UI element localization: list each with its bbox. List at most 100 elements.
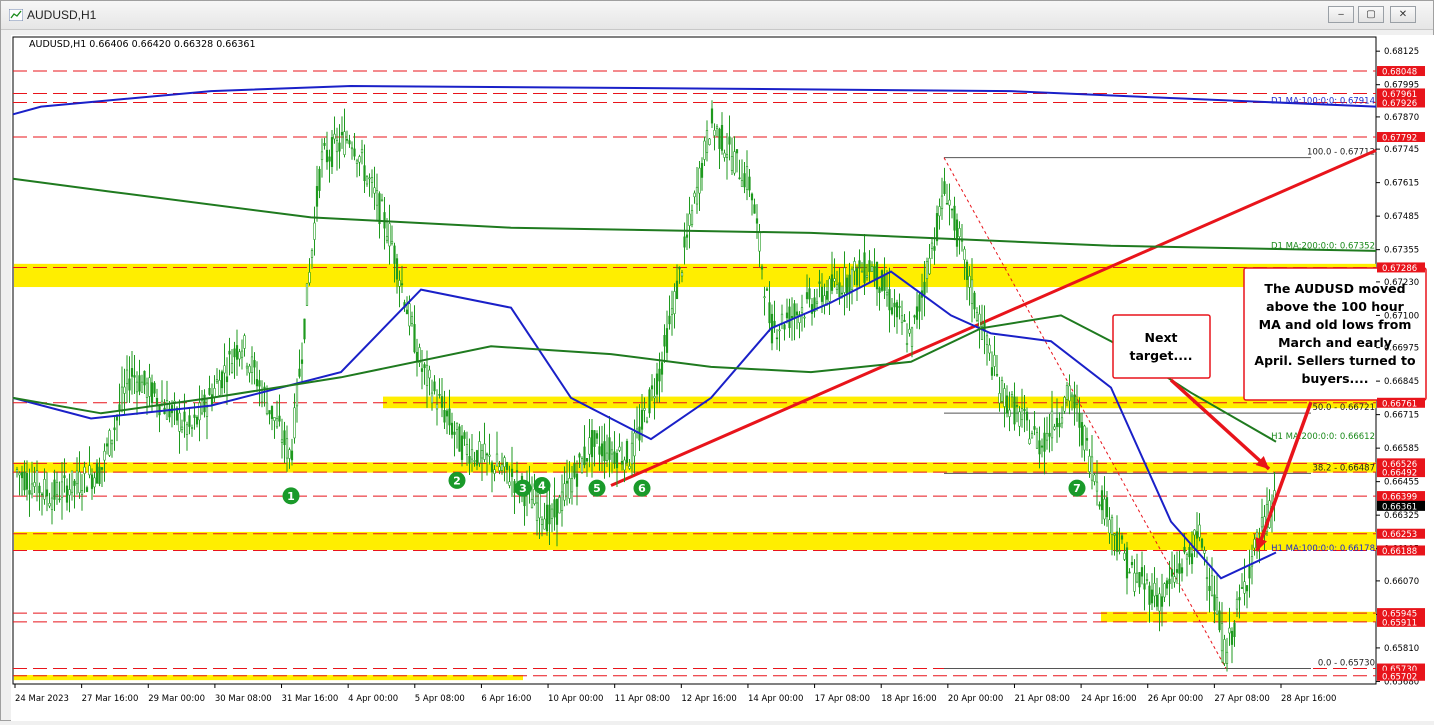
chart-window: AUDUSD,H1 ‒ ▢ ✕ 100.0 - 0.67712 50.0 - 0.… (0, 0, 1434, 721)
time-axis-label: 12 Apr 16:00 (681, 694, 736, 704)
maximize-button[interactable]: ▢ (1358, 6, 1384, 23)
candle-body (803, 316, 806, 319)
swing-marker-label: 3 (519, 482, 527, 495)
price-chart[interactable]: 100.0 - 0.6771250.0 - 0.6672138.2 - 0.66… (11, 35, 1434, 721)
candle-body (1098, 504, 1101, 507)
close-button[interactable]: ✕ (1390, 6, 1416, 23)
price-axis-label: 0.66455 (1384, 478, 1419, 488)
time-axis-label: 26 Apr 00:00 (1148, 694, 1203, 704)
candle-body (630, 442, 634, 465)
candle-body (888, 289, 891, 311)
candle-body (1188, 547, 1191, 558)
candle-body (908, 328, 911, 334)
candle-body (633, 432, 636, 457)
fib-level-label: 50.0 - 0.66721 (1312, 403, 1375, 413)
candle-body (25, 473, 29, 490)
candle-body (795, 311, 799, 316)
candle-body (215, 379, 219, 383)
candle-body (1085, 438, 1089, 441)
candle-body (28, 490, 31, 495)
candle-body (850, 268, 854, 291)
candle-body (728, 136, 731, 145)
candle-body (1185, 554, 1189, 560)
candle-body (408, 303, 411, 327)
candle-body (718, 128, 721, 149)
candle-body (363, 165, 366, 181)
candle-body (828, 278, 831, 302)
candle-body (373, 187, 376, 194)
candle-body (745, 166, 749, 191)
candle-body (1028, 438, 1031, 445)
candle-body (1040, 445, 1044, 448)
candle-body (360, 148, 364, 154)
candle-body (690, 210, 694, 226)
candle-body (868, 260, 871, 273)
candle-body (498, 466, 501, 471)
candle-body (1228, 627, 1231, 634)
candle-body (78, 471, 81, 494)
candle-body (345, 139, 349, 141)
candle-body (1220, 623, 1224, 652)
candle-body (1208, 585, 1211, 591)
candle-body (660, 362, 664, 375)
candle-body (213, 388, 216, 398)
candle-body (698, 167, 701, 194)
swing-marker-label: 5 (593, 482, 601, 495)
candle-body (98, 466, 101, 484)
candle-body (468, 456, 471, 464)
candle-body (563, 483, 566, 501)
candle-body (180, 426, 184, 430)
candle-body (70, 470, 74, 493)
candle-body (53, 479, 56, 500)
candle-body (153, 382, 156, 394)
candle-body (973, 292, 976, 310)
candle-body (1165, 580, 1169, 589)
candle-body (88, 465, 91, 476)
candle-body (1243, 581, 1246, 594)
candle-body (805, 292, 809, 300)
candle-body (898, 305, 901, 308)
candle-body (1233, 622, 1236, 637)
candle-body (1223, 639, 1226, 664)
candle-body (325, 149, 329, 163)
candle-body (590, 429, 594, 458)
candle-body (620, 460, 624, 465)
price-axis-label: 0.66070 (1384, 577, 1419, 587)
candle-body (995, 374, 999, 376)
candle-body (85, 487, 89, 492)
candle-body (210, 394, 214, 405)
candle-body (950, 208, 954, 211)
candle-body (918, 294, 921, 312)
candle-body (865, 275, 869, 278)
minimize-button[interactable]: ‒ (1328, 6, 1354, 23)
window-title: AUDUSD,H1 (27, 8, 97, 22)
candle-body (95, 462, 99, 484)
price-label-text: 0.67926 (1382, 99, 1417, 109)
candle-body (555, 498, 559, 525)
candle-body (873, 266, 876, 280)
candle-body (700, 162, 704, 178)
candle-body (1035, 432, 1039, 449)
title-bar[interactable]: AUDUSD,H1 ‒ ▢ ✕ (1, 1, 1433, 30)
candle-body (600, 443, 604, 457)
candle-body (505, 462, 509, 470)
candle-body (1038, 440, 1041, 455)
time-axis-label: 27 Apr 08:00 (1214, 694, 1269, 704)
candle-body (625, 440, 629, 463)
candle-body (940, 195, 944, 209)
candle-body (1163, 583, 1166, 598)
candle-body (578, 453, 581, 458)
candle-body (455, 422, 459, 430)
candle-body (585, 458, 589, 462)
candle-body (913, 315, 916, 318)
candle-body (295, 383, 299, 407)
candle-body (108, 430, 111, 456)
chart-area[interactable]: 100.0 - 0.67712 50.0 - 0.66721 38.2 - 0.66… (11, 35, 1434, 721)
time-axis-label: 27 Mar 16:00 (82, 694, 139, 704)
candle-body (1073, 394, 1076, 409)
candle-body (735, 149, 739, 154)
candle-body (843, 267, 846, 293)
candle-body (938, 206, 941, 217)
candle-body (833, 278, 836, 282)
candle-body (1015, 405, 1019, 407)
